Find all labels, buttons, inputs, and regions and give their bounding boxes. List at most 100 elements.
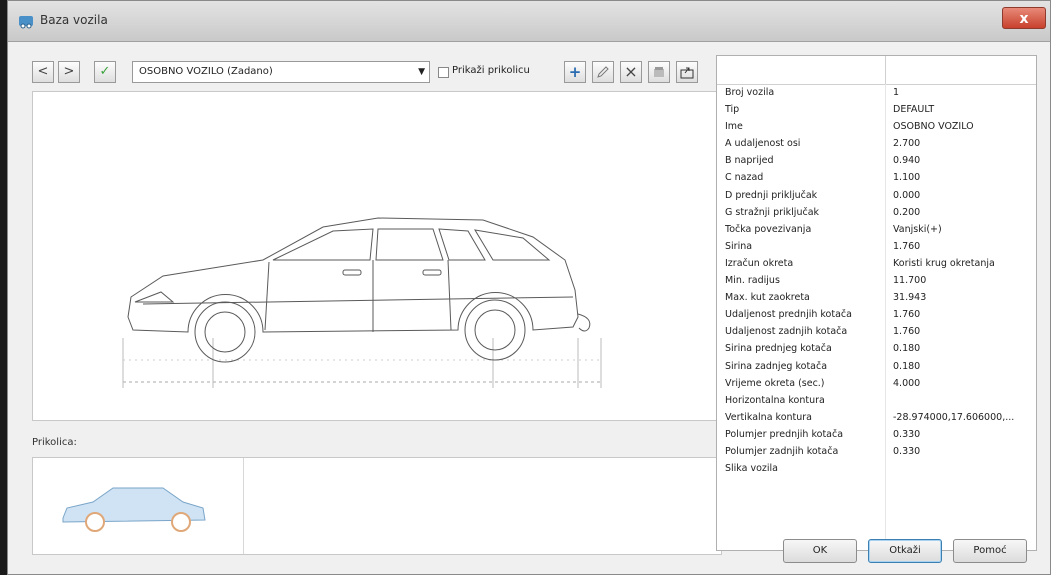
vehicle-thumbnail-icon xyxy=(62,487,206,532)
property-name: Polumjer prednjih kotača xyxy=(725,428,844,440)
property-name: Širina xyxy=(725,240,753,252)
vehicle-select-value: OSOBNO VOZILO (Zadano) xyxy=(139,66,273,77)
property-row[interactable]: Min. radijus 11.700 xyxy=(717,273,1036,290)
trailer-preview[interactable] xyxy=(32,457,722,555)
property-name: Širina prednjeg kotača xyxy=(725,343,832,355)
property-name: Max. kut zaokreta xyxy=(725,292,810,304)
property-name: Izračun okreta xyxy=(725,257,794,269)
property-row[interactable]: Ime OSOBNO VOZILO xyxy=(717,119,1036,136)
property-row[interactable]: Horizontalna kontura xyxy=(717,393,1036,410)
property-row[interactable]: Max. kut zaokreta 31.943 xyxy=(717,290,1036,307)
property-row[interactable]: Polumjer prednjih kotača 0.330 xyxy=(717,427,1036,444)
property-name: D prednji priključak xyxy=(725,189,818,201)
property-name: Min. radijus xyxy=(725,275,780,287)
property-value[interactable]: Vanjski(+) xyxy=(893,224,1033,235)
property-name: Polumjer zadnjih kotača xyxy=(725,445,839,457)
title-bar: Baza vozila x xyxy=(8,1,1050,42)
property-value[interactable]: 0.330 xyxy=(893,446,1033,457)
property-row[interactable]: Polumjer zadnjih kotača 0.330 xyxy=(717,444,1036,461)
property-value[interactable]: -28.974000,17.606000,... xyxy=(893,412,1033,423)
property-name: A udaljenost osi xyxy=(725,138,801,150)
property-value[interactable]: 1.100 xyxy=(893,172,1033,183)
property-value[interactable]: 1.760 xyxy=(893,241,1033,252)
previous-vehicle-button[interactable]: < xyxy=(32,61,54,83)
property-name: G stražnji priključak xyxy=(725,206,820,218)
car-side-drawing xyxy=(122,217,603,388)
ok-button[interactable]: OK xyxy=(783,539,857,563)
property-value[interactable]: 0.000 xyxy=(893,190,1033,201)
property-row[interactable]: Vertikalna kontura -28.974000,17.606000,.… xyxy=(717,410,1036,427)
delete-vehicle-button[interactable]: × xyxy=(620,61,642,83)
property-value[interactable]: 0.940 xyxy=(893,155,1033,166)
property-row[interactable]: Izračun okreta Koristi krug okretanja xyxy=(717,256,1036,273)
property-row[interactable]: Tip DEFAULT xyxy=(717,102,1036,119)
vehicle-side-view xyxy=(32,91,722,421)
chevron-right-icon: > xyxy=(63,64,75,79)
import-button[interactable] xyxy=(648,61,670,83)
property-value[interactable]: 0.200 xyxy=(893,207,1033,218)
export-button[interactable] xyxy=(676,61,698,83)
property-name: Vrijeme okreta (sec.) xyxy=(725,377,825,389)
property-row[interactable]: Udaljenost prednjih kotača 1.760 xyxy=(717,307,1036,324)
property-row[interactable]: Točka povezivanja Vanjski(+) xyxy=(717,222,1036,239)
property-row[interactable]: Slika vozila xyxy=(717,461,1036,478)
property-row[interactable]: A udaljenost osi 2.700 xyxy=(717,136,1036,153)
property-value[interactable]: 2.700 xyxy=(893,138,1033,149)
properties-list: Broj vozila 1 Tip DEFAULT Ime OSOBNO VOZILO A … xyxy=(717,85,1036,478)
properties-header xyxy=(717,56,1036,85)
vehicle-properties-grid[interactable]: Broj vozila 1 Tip DEFAULT Ime OSOBNO VOZILO A … xyxy=(716,55,1037,551)
property-name: Horizontalna kontura xyxy=(725,394,825,406)
property-value[interactable]: 1.760 xyxy=(893,309,1033,320)
property-value[interactable]: 4.000 xyxy=(893,378,1033,389)
property-row[interactable]: C nazad 1.100 xyxy=(717,170,1036,187)
import-icon xyxy=(654,67,664,77)
dropdown-arrow-icon: ▼ xyxy=(418,67,425,77)
property-row[interactable]: G stražnji priključak 0.200 xyxy=(717,205,1036,222)
property-name: Širina zadnjeg kotača xyxy=(725,360,828,372)
property-value[interactable]: 0.180 xyxy=(893,361,1033,372)
left-edge xyxy=(0,0,7,575)
confirm-button[interactable]: ✓ xyxy=(94,61,116,83)
property-value[interactable]: 31.943 xyxy=(893,292,1033,303)
export-icon xyxy=(680,67,694,79)
property-value[interactable]: 11.700 xyxy=(893,275,1033,286)
trailer-divider xyxy=(243,458,244,554)
property-name: Tip xyxy=(725,104,740,116)
property-name: C nazad xyxy=(725,172,764,184)
pencil-icon xyxy=(597,66,609,78)
property-row[interactable]: Vrijeme okreta (sec.) 4.000 xyxy=(717,376,1036,393)
show-trailer-checkbox[interactable] xyxy=(438,67,449,78)
window-title: Baza vozila xyxy=(40,13,108,27)
property-name: Vertikalna kontura xyxy=(725,411,813,423)
edit-vehicle-button[interactable] xyxy=(592,61,614,83)
property-row[interactable]: Udaljenost zadnjih kotača 1.760 xyxy=(717,324,1036,341)
vehicle-select[interactable]: OSOBNO VOZILO (Zadano) ▼ xyxy=(132,61,430,83)
property-row[interactable]: B naprijed 0.940 xyxy=(717,153,1036,170)
help-button[interactable]: Pomoć xyxy=(953,539,1027,563)
add-vehicle-button[interactable]: + xyxy=(564,61,586,83)
property-row[interactable]: Širina prednjeg kotača 0.180 xyxy=(717,341,1036,358)
property-row[interactable]: Širina 1.760 xyxy=(717,239,1036,256)
property-value[interactable]: 1 xyxy=(893,87,1033,98)
property-value[interactable]: Koristi krug okretanja xyxy=(893,258,1033,269)
property-value[interactable]: 0.330 xyxy=(893,429,1033,440)
property-value[interactable]: 0.180 xyxy=(893,343,1033,354)
property-row[interactable]: Širina zadnjeg kotača 0.180 xyxy=(717,359,1036,376)
vehicle-database-dialog: Baza vozila x < > ✓ OSOBNO VOZILO (Zadan… xyxy=(7,0,1051,575)
property-value[interactable]: OSOBNO VOZILO xyxy=(893,121,1033,132)
property-row[interactable]: D prednji priključak 0.000 xyxy=(717,188,1036,205)
close-button[interactable]: x xyxy=(1002,7,1046,29)
app-icon xyxy=(19,16,33,29)
next-vehicle-button[interactable]: > xyxy=(58,61,80,83)
plus-icon: + xyxy=(568,63,582,81)
property-name: Udaljenost prednjih kotača xyxy=(725,309,852,321)
header-divider xyxy=(885,56,886,84)
property-row[interactable]: Broj vozila 1 xyxy=(717,85,1036,102)
property-value[interactable]: 1.760 xyxy=(893,326,1033,337)
checkmark-icon: ✓ xyxy=(99,64,111,79)
property-value[interactable]: DEFAULT xyxy=(893,104,1033,115)
delete-icon: × xyxy=(624,62,638,81)
property-name: Udaljenost zadnjih kotača xyxy=(725,326,848,338)
cancel-button[interactable]: Otkaži xyxy=(868,539,942,563)
show-trailer-label: Prikaži prikolicu xyxy=(452,65,530,76)
